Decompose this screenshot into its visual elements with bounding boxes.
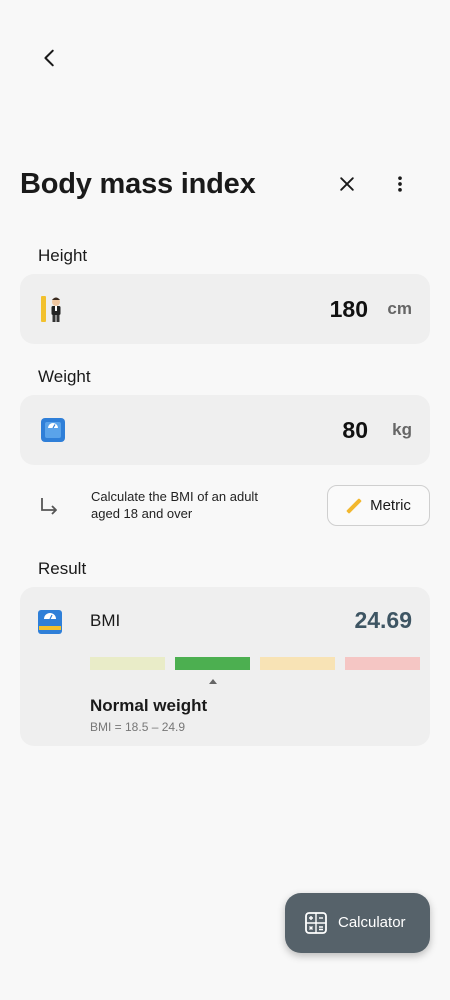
weight-unit: kg	[392, 420, 412, 439]
bmi-scale-pointer	[208, 679, 217, 684]
height-unit: cm	[387, 299, 412, 318]
hint-text: Calculate the BMI of an adult aged 18 an…	[91, 488, 301, 522]
hint-line-1: Calculate the BMI of an adult	[91, 489, 258, 504]
chevron-left-icon	[44, 49, 54, 67]
hint-line-2: aged 18 and over	[91, 506, 193, 521]
page-title: Body mass index	[20, 167, 256, 200]
weight-input[interactable]: 80 kg	[20, 395, 430, 465]
calculator-button[interactable]: Calculator	[285, 893, 430, 953]
weight-label: Weight	[38, 367, 91, 386]
title-row: Body mass index	[20, 160, 440, 208]
calculator-icon	[305, 912, 327, 934]
bmi-scale-obese	[345, 657, 420, 670]
arrow-turn-icon	[41, 498, 57, 515]
more-options-button[interactable]	[376, 160, 424, 208]
back-button[interactable]	[30, 38, 70, 78]
calculator-label: Calculator	[338, 914, 406, 931]
bmi-category: Normal weight	[90, 696, 208, 715]
scale-icon	[38, 610, 62, 634]
height-label: Height	[38, 246, 88, 265]
weight-value: 80	[342, 416, 368, 443]
hint-row: Calculate the BMI of an adult aged 18 an…	[20, 484, 430, 528]
result-card: BMI 24.69 Normal weight BMI = 18.5 – 24.…	[20, 587, 430, 746]
height-input[interactable]: 180 cm	[20, 274, 430, 344]
bmi-scale-normal	[175, 657, 250, 670]
more-vertical-icon	[398, 176, 402, 192]
height-person-icon	[41, 296, 61, 322]
ruler-icon	[346, 498, 362, 513]
bmi-scale-overweight	[260, 657, 335, 670]
unit-system-button[interactable]: Metric	[327, 485, 430, 526]
bmi-scale-underweight	[90, 657, 165, 670]
result-label: Result	[38, 559, 87, 578]
bmi-screen: Body mass index Height 180 cm Weight 80 …	[0, 0, 450, 1000]
bmi-label: BMI	[90, 611, 121, 630]
scale-icon	[41, 418, 65, 442]
unit-system-label: Metric	[370, 497, 411, 514]
close-button[interactable]	[323, 160, 371, 208]
height-value: 180	[329, 295, 368, 322]
close-icon	[340, 177, 354, 191]
bmi-range: BMI = 18.5 – 24.9	[90, 720, 186, 734]
bmi-value: 24.69	[354, 607, 412, 633]
